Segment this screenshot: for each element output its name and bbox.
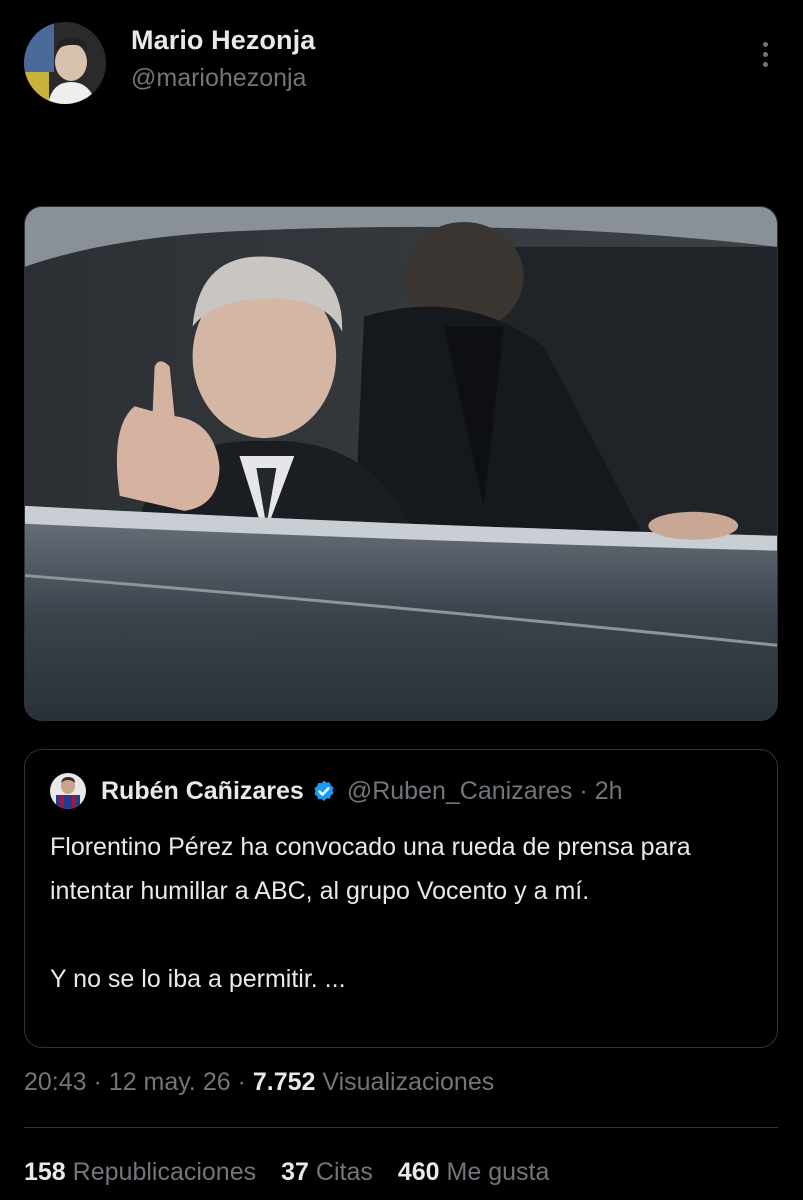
more-options-button[interactable] xyxy=(750,36,780,72)
reposts-count: 158 xyxy=(24,1158,66,1186)
avatar-photo xyxy=(24,22,106,104)
quoted-author-name[interactable]: Rubén Cañizares xyxy=(101,777,304,806)
quoted-author-handle[interactable]: @Ruben_Canizares xyxy=(347,777,573,806)
quoted-tweet-text: Florentino Pérez ha convocado una rueda … xyxy=(50,825,750,1001)
author-handle[interactable]: @mariohezonja xyxy=(131,64,306,93)
likes-label: Me gusta xyxy=(446,1158,550,1186)
author-avatar[interactable] xyxy=(24,22,106,104)
quotes-count: 37 xyxy=(281,1158,309,1186)
author-name[interactable]: Mario Hezonja xyxy=(131,25,315,56)
verified-badge-icon xyxy=(314,780,334,801)
separator-dot: · xyxy=(579,777,588,805)
likes-count: 460 xyxy=(397,1158,440,1186)
tweet-media-photo[interactable] xyxy=(24,206,778,721)
reposts-stat[interactable]: 158 Republicaciones xyxy=(24,1158,256,1187)
tweet-time[interactable]: 20:43 xyxy=(24,1068,87,1096)
more-dot-icon xyxy=(762,51,768,57)
separator-dot: · xyxy=(237,1068,246,1096)
more-dot-icon xyxy=(762,41,768,47)
quoted-tweet-card[interactable]: Rubén Cañizares @Ruben_Canizares · 2h Fl… xyxy=(24,749,778,1048)
car-window-image xyxy=(25,207,777,720)
quoted-tweet-time[interactable]: 2h xyxy=(595,777,623,806)
quoted-text-paragraph: Y no se lo iba a permitir. ... xyxy=(50,965,346,993)
divider xyxy=(24,1127,778,1128)
views-label: Visualizaciones xyxy=(322,1068,495,1096)
views-count: 7.752 xyxy=(252,1068,316,1096)
quoted-tweet-header: Rubén Cañizares @Ruben_Canizares · 2h xyxy=(101,777,623,806)
reposts-label: Republicaciones xyxy=(72,1158,257,1186)
quotes-stat[interactable]: 37 Citas xyxy=(281,1158,373,1187)
quoted-text-paragraph: Florentino Pérez ha convocado una rueda … xyxy=(50,833,691,905)
separator-dot: · xyxy=(93,1068,102,1096)
more-dot-icon xyxy=(762,61,768,67)
engagement-stats: 158 Republicaciones 37 Citas 460 Me gust… xyxy=(24,1158,574,1187)
tweet-meta: 20:43 · 12 may. 26 · 7.752 Visualizacion… xyxy=(24,1068,494,1097)
likes-stat[interactable]: 460 Me gusta xyxy=(398,1158,550,1187)
quoted-author-avatar[interactable] xyxy=(50,773,86,809)
quotes-label: Citas xyxy=(315,1158,373,1186)
tweet-date[interactable]: 12 may. 26 xyxy=(109,1068,231,1096)
quoted-avatar-photo xyxy=(50,773,86,809)
